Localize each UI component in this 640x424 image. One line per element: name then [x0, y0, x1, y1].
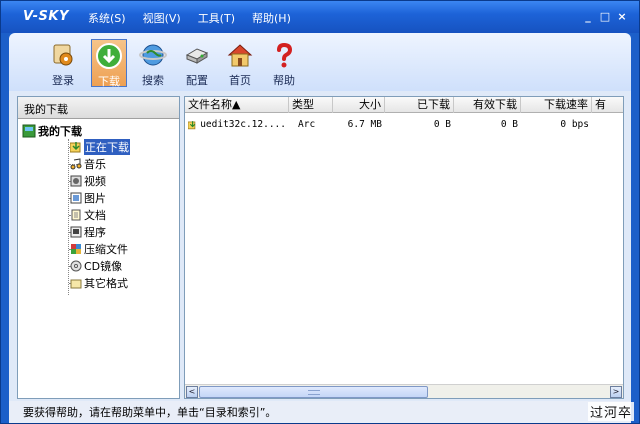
video-icon — [70, 175, 82, 187]
config-button[interactable]: 配置 — [179, 39, 215, 87]
login-icon — [53, 44, 73, 66]
close-button[interactable]: × — [615, 11, 629, 25]
menu-system[interactable]: 系统(S) — [88, 10, 126, 26]
tree-item-video[interactable]: 视频 — [70, 173, 106, 189]
column-header-rate[interactable]: 下载速率 — [521, 97, 592, 113]
question-mark-icon — [277, 42, 293, 68]
file-type: Arc — [298, 119, 316, 130]
main-area: 我的下载 我的下载 正在下载 音乐 视频 图片 文档 程序 压缩文件 CD镜像 … — [9, 91, 631, 401]
menu-view[interactable]: 视图(V) — [143, 10, 181, 26]
music-icon — [70, 158, 82, 170]
column-header-more[interactable]: 有 — [592, 97, 623, 113]
home-button[interactable]: 首页 — [222, 39, 258, 87]
cd-icon — [70, 260, 82, 272]
file-name: uedit32c.12.... — [200, 119, 286, 130]
arc-file-icon — [188, 121, 196, 130]
tree-item-programs[interactable]: 程序 — [70, 224, 106, 240]
download-button[interactable]: 下载 — [91, 39, 127, 88]
tree-item-music[interactable]: 音乐 — [70, 156, 106, 172]
column-header-filename[interactable]: 文件名称▲ — [185, 97, 289, 113]
table-row[interactable]: uedit32c.12.... Arc 6.7 MB 0 B 0 B 0 bps — [185, 117, 592, 133]
column-header-size[interactable]: 大小 — [333, 97, 385, 113]
tree-connector — [68, 139, 69, 295]
tree-item-cd-images[interactable]: CD镜像 — [70, 258, 122, 274]
minimize-button[interactable]: _ — [581, 11, 595, 25]
watermark-text: 过河卒 — [587, 402, 634, 421]
download-arrow-icon — [96, 43, 122, 69]
menu-help[interactable]: 帮助(H) — [252, 10, 291, 26]
home-icon — [227, 44, 253, 67]
tree-panel-header: 我的下载 — [18, 97, 179, 119]
app-logo: V-SKY — [23, 9, 69, 24]
status-bar: 要获得帮助，请在帮助菜单中，单击“目录和索引”。 — [9, 401, 631, 423]
globe-search-icon — [139, 44, 167, 66]
file-rate: 0 bps — [560, 119, 589, 130]
help-button[interactable]: 帮助 — [266, 39, 302, 87]
scroll-thumb[interactable] — [199, 386, 428, 398]
archive-icon — [71, 244, 81, 254]
tree-item-documents[interactable]: 文档 — [70, 207, 106, 223]
tree-item-images[interactable]: 图片 — [70, 190, 106, 206]
scroll-right-button[interactable]: > — [610, 386, 622, 398]
folder-icon — [70, 279, 82, 289]
column-header-type[interactable]: 类型 — [289, 97, 333, 113]
drive-settings-icon — [185, 48, 209, 64]
tree-item-downloading[interactable]: 正在下载 — [70, 139, 130, 155]
download-list-panel: 文件名称▲ 类型 大小 已下载 有效下载 下载速率 有 uedit32c.12.… — [184, 96, 624, 399]
table-header: 文件名称▲ 类型 大小 已下载 有效下载 下载速率 有 — [185, 97, 623, 113]
image-icon — [70, 192, 82, 204]
login-button[interactable]: 登录 — [45, 39, 81, 87]
tree-item-archives[interactable]: 压缩文件 — [70, 241, 128, 257]
title-bar: V-SKY 系统(S) 视图(V) 工具(T) 帮助(H) _ □ × — [1, 1, 639, 33]
menu-bar: 系统(S) 视图(V) 工具(T) 帮助(H) — [88, 10, 308, 26]
column-header-downloaded[interactable]: 已下载 — [385, 97, 454, 113]
downloads-root-icon — [22, 124, 36, 138]
toolbar: 登录 下载 搜索 配置 首页 帮助 — [9, 33, 631, 91]
downloading-icon — [70, 142, 81, 153]
scroll-left-button[interactable]: < — [186, 386, 198, 398]
category-tree-panel: 我的下载 我的下载 正在下载 音乐 视频 图片 文档 程序 压缩文件 CD镜像 … — [17, 96, 180, 399]
file-size: 6.7 MB — [347, 119, 382, 130]
program-icon — [70, 226, 82, 238]
menu-tools[interactable]: 工具(T) — [198, 10, 235, 26]
tree-root-my-downloads[interactable]: 我的下载 — [22, 123, 82, 139]
file-downloaded: 0 B — [433, 119, 451, 130]
tree-item-other-formats[interactable]: 其它格式 — [70, 275, 128, 291]
document-icon — [71, 209, 81, 221]
column-header-effective[interactable]: 有效下载 — [454, 97, 521, 113]
app-window: V-SKY 系统(S) 视图(V) 工具(T) 帮助(H) _ □ × 登录 下… — [0, 0, 640, 424]
window-controls: _ □ × — [578, 11, 629, 25]
horizontal-scrollbar[interactable]: < > — [185, 384, 623, 398]
file-effective: 0 B — [500, 119, 518, 130]
search-button[interactable]: 搜索 — [135, 39, 171, 87]
maximize-button[interactable]: □ — [598, 11, 612, 25]
